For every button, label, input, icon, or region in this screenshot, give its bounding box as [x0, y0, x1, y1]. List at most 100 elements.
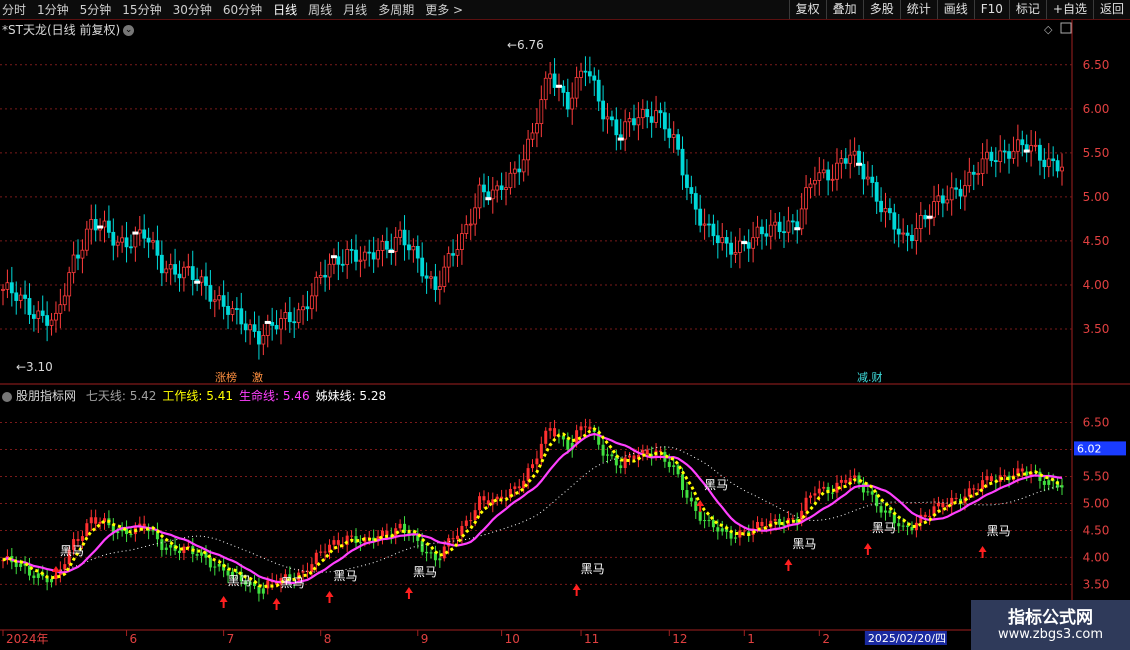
- ind-candle-body: [901, 525, 905, 527]
- main-candle-body: [204, 276, 208, 286]
- main-candle-body: [958, 188, 963, 197]
- ind-candle-body: [853, 475, 857, 478]
- ind-candle-body: [350, 535, 354, 537]
- ind-candle-body: [478, 496, 482, 511]
- main-candle-body: [993, 160, 998, 163]
- main-doji-marker: [1023, 149, 1030, 153]
- main-candle-body: [826, 169, 831, 181]
- main-candle-body: [323, 274, 328, 278]
- ind-candle-body: [733, 537, 737, 539]
- tag-zhangbang: 涨榜: [215, 370, 237, 384]
- main-candle-body: [561, 85, 566, 93]
- main-candle-body: [592, 75, 597, 81]
- signal-label: 黑马: [872, 521, 896, 535]
- main-candle-body: [698, 208, 703, 226]
- kline-chart-canvas[interactable]: 6.506.005.505.004.504.003.506.506.005.50…: [0, 0, 1130, 650]
- main-candle-body: [261, 335, 266, 345]
- main-candle-body: [415, 246, 420, 259]
- main-candle-body: [336, 256, 341, 265]
- ind-candle-body: [698, 510, 702, 521]
- main-candle-body: [835, 162, 839, 180]
- main-candle-body: [821, 169, 826, 174]
- main-candle-body: [671, 134, 676, 138]
- main-candle-body: [58, 304, 63, 314]
- main-candle-body: [936, 195, 941, 203]
- ind-candle-body: [217, 563, 221, 567]
- main-candle-body: [693, 193, 698, 210]
- main-candle-body: [949, 187, 954, 201]
- ind-candle-body: [195, 554, 199, 556]
- main-candle-body: [1046, 158, 1051, 168]
- main-candle-body: [80, 249, 85, 259]
- ind-candle-body: [928, 515, 932, 517]
- ind-candle-body: [314, 552, 318, 565]
- main-candle-body: [843, 158, 848, 164]
- main-candle-body: [182, 266, 186, 279]
- main-candle-body: [857, 150, 861, 165]
- ind-candle-body: [689, 497, 693, 502]
- main-candle-body: [702, 223, 707, 226]
- main-candle-body: [667, 128, 672, 138]
- main-candle-body: [283, 312, 288, 319]
- main-candle-body: [186, 266, 191, 268]
- main-candle-body: [459, 233, 464, 250]
- ind-candle-body: [738, 530, 742, 538]
- x-axis-label: 2024年: [6, 632, 49, 646]
- ind-candle-body: [319, 551, 323, 553]
- main-candle-body: [398, 229, 403, 238]
- ind-candle-body: [831, 492, 835, 494]
- ind-candle-body: [495, 496, 499, 500]
- main-candle-body: [940, 195, 945, 204]
- ind-candle-body: [553, 428, 557, 437]
- ind-candle-body: [482, 496, 486, 501]
- ind-candle-body: [575, 430, 579, 443]
- main-candle-body: [54, 312, 58, 321]
- main-candle-body: [146, 237, 151, 243]
- ind-candle-body: [822, 486, 826, 489]
- main-candle-body: [790, 220, 795, 223]
- main-candle-body: [107, 220, 111, 233]
- main-price-tick: 3.50: [1083, 322, 1110, 336]
- ind-candle-body: [839, 479, 843, 483]
- main-candle-body: [482, 184, 486, 193]
- ind-candle-body: [420, 540, 424, 552]
- ind-candle-body: [398, 523, 402, 529]
- ind-candle-body: [817, 488, 821, 494]
- panel-toggle-icon: [1060, 22, 1072, 34]
- ind-candle-body: [897, 523, 901, 527]
- ind-candle-body: [711, 520, 715, 528]
- main-candle-body: [980, 158, 985, 174]
- ind-candle-body: [513, 486, 517, 489]
- x-axis-label: 6: [130, 632, 138, 646]
- ind-candle-body: [685, 490, 689, 498]
- main-price-tick: 4.00: [1083, 278, 1110, 292]
- main-candle-body: [84, 228, 89, 251]
- main-candle-body: [508, 172, 513, 189]
- main-candle-body: [552, 73, 557, 88]
- signal-label: 黑马: [413, 565, 437, 579]
- main-candle-body: [574, 77, 579, 99]
- signal-arrow-icon: [863, 543, 872, 555]
- ind-candle-body: [989, 476, 993, 482]
- main-doji-marker: [926, 215, 933, 219]
- ind-price-tick: 6.50: [1083, 415, 1110, 429]
- main-candle-body: [345, 249, 350, 265]
- low-price-label: ←3.10: [16, 360, 53, 374]
- main-candle-body: [199, 276, 204, 283]
- main-candle-body: [120, 237, 125, 243]
- main-candle-body: [910, 235, 914, 241]
- main-candle-body: [142, 229, 147, 239]
- main-candle-body: [358, 259, 363, 262]
- main-candle-body: [371, 252, 376, 260]
- ind-candle-body: [310, 564, 314, 572]
- main-candle-body: [102, 220, 107, 228]
- signal-label: 黑马: [987, 524, 1011, 538]
- main-candle-body: [923, 215, 928, 220]
- main-candle-body: [733, 252, 738, 255]
- signal-arrow-icon: [404, 587, 413, 599]
- cursor-date-label: 2025/02/20/四: [868, 632, 946, 645]
- main-candle-body: [129, 246, 133, 249]
- main-candle-body: [14, 292, 19, 301]
- main-candle-body: [327, 263, 332, 278]
- main-doji-marker: [485, 197, 492, 201]
